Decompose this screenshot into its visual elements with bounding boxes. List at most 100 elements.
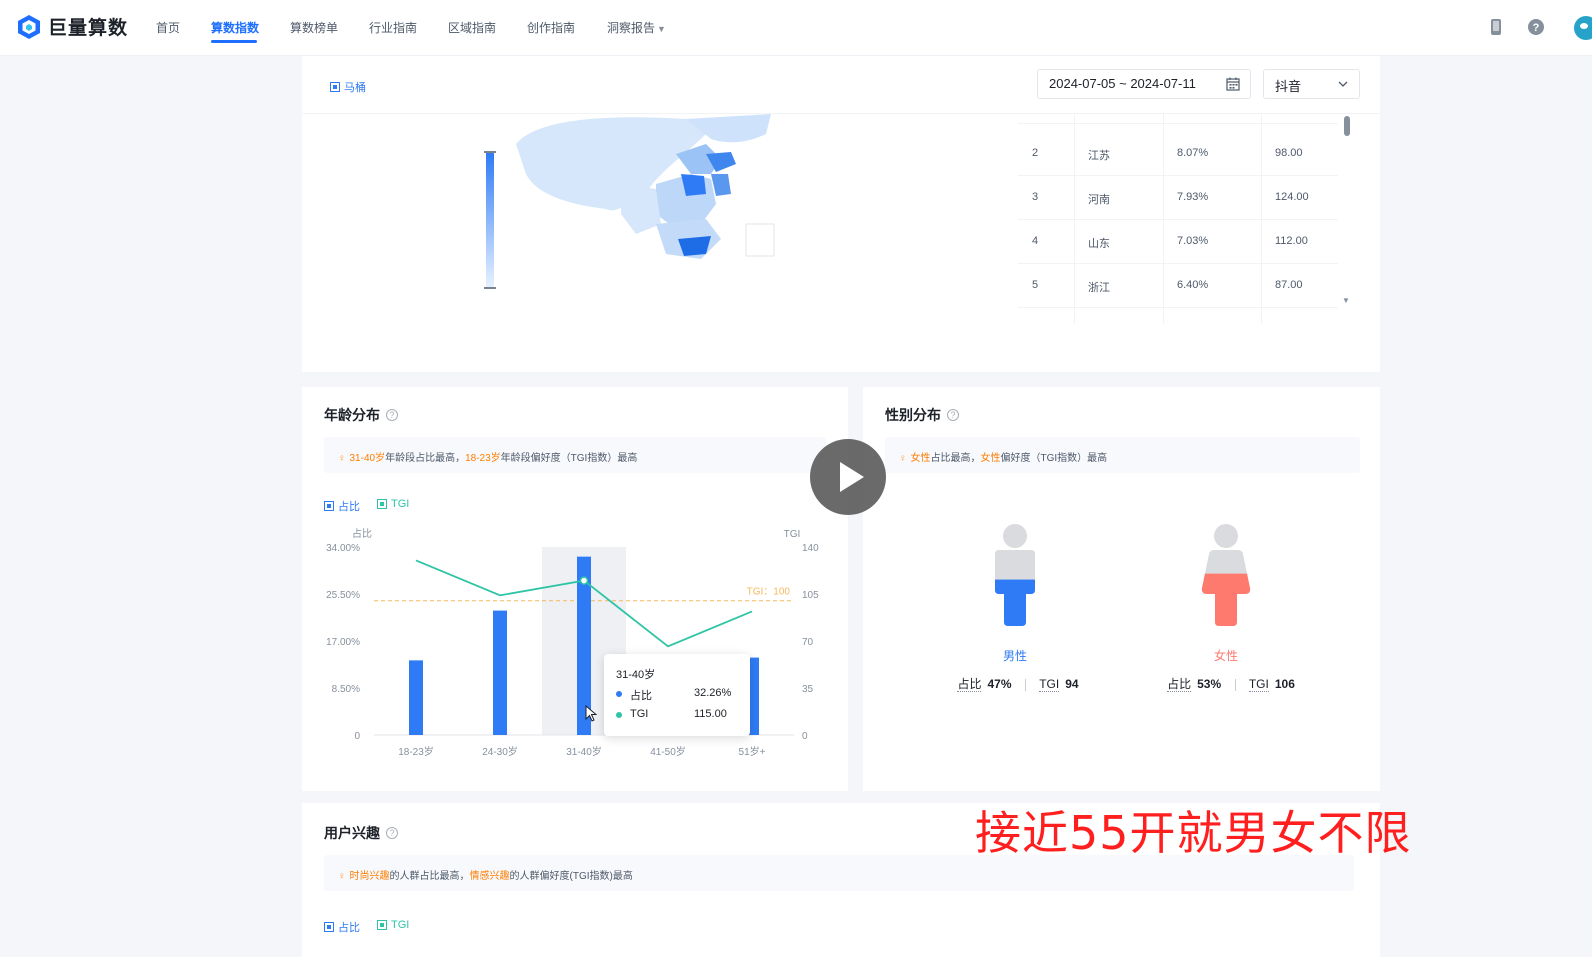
age-tip-highlight-1: 31-40岁	[349, 453, 386, 464]
interest-legend-tgi[interactable]: TGI	[377, 919, 409, 931]
left-tick-label: 17.00%	[326, 637, 360, 648]
tgi-reference-label: TGI：100	[747, 587, 791, 598]
video-caption-overlay: 接近55开就男女不限	[975, 806, 1412, 860]
legend-tgi[interactable]: TGI	[377, 498, 409, 510]
nav-home[interactable]: 首页	[156, 19, 180, 36]
tgi-cell: 98.00	[1275, 147, 1303, 159]
interest-tip-highlight-2: 情感兴趣	[469, 871, 510, 882]
male-tgi-label: TGI	[1039, 677, 1060, 692]
date-range-picker[interactable]: 2024-07-05 ~ 2024-07-11	[1037, 69, 1251, 99]
rank-cell: 3	[1032, 191, 1039, 203]
platform-select[interactable]: 抖音	[1263, 69, 1360, 99]
tooltip-title: 31-40岁	[616, 669, 656, 681]
interest-card-title: 用户兴趣 ?	[324, 823, 398, 843]
bar-24-30岁	[493, 610, 507, 735]
map-south-sea-inset	[745, 223, 775, 257]
interest-legend-tgi-label: TGI	[391, 919, 410, 931]
tooltip-tgi-value: 115.00	[694, 708, 727, 720]
china-heat-map[interactable]	[506, 114, 806, 324]
legend-share[interactable]: 占比	[324, 498, 360, 514]
map-region-jiangsu	[711, 174, 731, 196]
x-tick-label: 18-23岁	[398, 745, 434, 758]
age-tip-bar: ♀ 31-40岁年龄段占比最高，18-23岁年龄段偏好度（TGI指数）最高	[324, 437, 826, 473]
x-tick-label: 31-40岁	[566, 745, 602, 758]
gender-card-title: 性别分布 ?	[885, 405, 959, 425]
right-tick-label: 0	[802, 731, 808, 742]
legend-share-label: 占比	[338, 501, 360, 513]
male-label: 男性	[1002, 649, 1027, 663]
x-tick-label: 41-50岁	[650, 745, 686, 758]
chart-tooltip: 31-40岁 占比 32.26% TGI 115.00	[604, 654, 750, 736]
tgi-cell: 87.00	[1275, 279, 1303, 291]
avatar[interactable]	[1574, 16, 1592, 40]
nav-creator-guide[interactable]: 创作指南	[527, 19, 575, 36]
help-icon[interactable]: ?	[386, 409, 398, 421]
calendar-icon	[1226, 77, 1240, 91]
province-cell: 浙江	[1088, 282, 1110, 294]
age-chart[interactable]: 占比 TGI 0 8.50% 17.00% 25.50% 34.00% 0 35 70 105 140…	[302, 517, 848, 777]
tooltip-share-value: 32.26%	[694, 687, 732, 699]
caret-down-icon: ▼	[657, 24, 666, 34]
help-circle-icon[interactable]: ?	[1527, 18, 1545, 36]
phone-icon[interactable]	[1487, 18, 1505, 36]
interest-legend-share-label: 占比	[338, 922, 360, 934]
legend-square-icon	[324, 922, 334, 932]
nav-rankings[interactable]: 算数榜单	[290, 19, 338, 36]
bar-18-23岁	[409, 660, 423, 735]
right-tick-label: 35	[802, 684, 814, 695]
male-stats: 占比 47% TGI 94	[938, 675, 1098, 692]
table-row[interactable]: 4 山东 7.03% 112.00	[1018, 220, 1338, 264]
male-label-block: 男性	[963, 647, 1067, 664]
rank-cell: 2	[1032, 147, 1039, 159]
tgi-cell: 124.00	[1275, 191, 1309, 203]
male-share-label: 占比	[957, 677, 982, 692]
female-tgi-value: 106	[1274, 677, 1295, 691]
age-title-text: 年龄分布	[324, 407, 380, 423]
table-row[interactable]: 2 江苏 8.07% 98.00	[1018, 132, 1338, 176]
legend-square-icon	[330, 82, 340, 92]
nav-insight-reports[interactable]: 洞察报告 ▼	[607, 19, 666, 36]
interest-tip-text-2: 的人群偏好度(TGI指数)最高	[509, 871, 633, 882]
scroll-down-icon[interactable]: ▼	[1342, 296, 1350, 305]
video-play-button[interactable]	[810, 439, 886, 515]
nav-active-indicator	[211, 40, 257, 43]
tooltip-share-dot	[616, 691, 622, 697]
female-stats: 占比 53% TGI 106	[1148, 675, 1314, 692]
nav-region-guide[interactable]: 区域指南	[448, 19, 496, 36]
map-color-scale[interactable]	[482, 151, 498, 289]
share-cell: 8.07%	[1177, 147, 1209, 159]
share-cell: 7.03%	[1177, 235, 1209, 247]
male-tgi-value: 94	[1065, 677, 1079, 691]
share-cell: 7.93%	[1177, 191, 1209, 203]
keyword-legend[interactable]: 马桶	[330, 79, 366, 95]
left-tick-label: 25.50%	[326, 590, 360, 601]
help-icon[interactable]: ?	[386, 827, 398, 839]
gender-tip-text-2: 偏好度（TGI指数）最高	[1000, 453, 1108, 464]
lightbulb-icon: ♀	[338, 453, 346, 464]
age-tip-text-2: 年龄段偏好度（TGI指数）最高	[500, 453, 638, 464]
table-row[interactable]	[1018, 114, 1338, 124]
right-tick-label: 105	[802, 590, 819, 601]
nav-industry-guide[interactable]: 行业指南	[369, 19, 417, 36]
gender-title-text: 性别分布	[885, 407, 941, 423]
right-tick-label: 70	[802, 637, 814, 648]
table-row[interactable]: 5 浙江 6.40% 87.00	[1018, 264, 1338, 308]
help-icon[interactable]: ?	[947, 409, 959, 421]
female-tgi-label: TGI	[1248, 677, 1269, 692]
x-tick-label: 51岁+	[739, 745, 766, 758]
right-tick-label: 140	[802, 543, 819, 554]
platform-select-value: 抖音	[1275, 79, 1302, 94]
table-row[interactable]: 3 河南 7.93% 124.00	[1018, 176, 1338, 220]
interest-legend-share[interactable]: 占比	[324, 919, 360, 935]
logo[interactable]: 巨量算数	[16, 13, 128, 40]
interest-tip-text-1: 的人群占比最高，	[389, 871, 470, 882]
region-card: 马桶 2024-07-05 ~ 2024-07-11 抖音 2 江苏 8.07%…	[302, 56, 1380, 372]
gender-tip-bar: ♀ 女性占比最高，女性偏好度（TGI指数）最高	[885, 437, 1360, 473]
interest-tip-highlight-1: 时尚兴趣	[349, 871, 390, 882]
map-region-southwest	[621, 184, 661, 234]
nav-index[interactable]: 算数指数	[211, 19, 259, 36]
male-figure-icon	[995, 524, 1035, 626]
table-scrollbar-thumb[interactable]	[1344, 116, 1350, 136]
age-distribution-card: 年龄分布 ? ♀ 31-40岁年龄段占比最高，18-23岁年龄段偏好度（TGI指数…	[302, 387, 848, 791]
tooltip-tgi-dot	[616, 712, 622, 718]
